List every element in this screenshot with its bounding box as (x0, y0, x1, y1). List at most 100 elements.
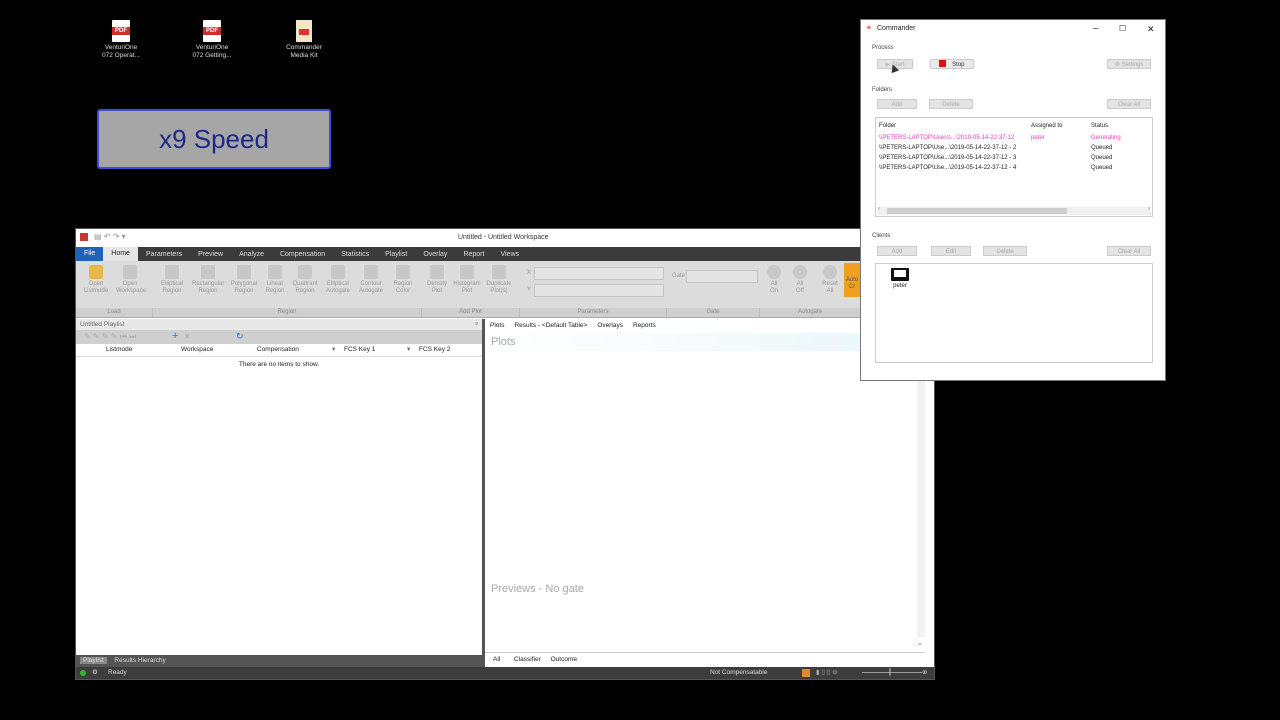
polygon-icon (237, 265, 251, 279)
linear-region-button[interactable]: Linear Region (261, 265, 289, 295)
tab-report[interactable]: Report (455, 251, 492, 258)
close-icon[interactable]: ✕ (1147, 20, 1155, 38)
all-off-button[interactable]: All Off (788, 265, 812, 295)
reset-all-button[interactable]: Reset All (818, 265, 842, 295)
button-label: Region (162, 288, 182, 294)
desktop-icon-pdf-2[interactable]: PDF VenturiOne 072 Getting... (182, 20, 242, 60)
polygonal-region-button[interactable]: Polygonal Region (230, 265, 258, 295)
tab-compensation[interactable]: Compensation (272, 251, 333, 258)
tab-views[interactable]: Views (492, 251, 527, 258)
tab-plots[interactable]: Plots (485, 319, 509, 333)
toolbar-edit-icons[interactable]: ✎ ✎ ✎ ✎ ⏮ ⏭ (84, 332, 136, 342)
tab-outcome[interactable]: Outcome (547, 656, 581, 663)
column-folder[interactable]: Folder (879, 123, 896, 129)
add-icon[interactable]: + (172, 330, 178, 342)
x-param-select[interactable] (534, 267, 664, 280)
filter-icon[interactable]: ▾ (332, 344, 335, 356)
zoom-slider[interactable] (862, 672, 922, 673)
remove-icon[interactable]: ✕ (184, 332, 191, 341)
column-assigned-to[interactable]: Assigned to (1031, 123, 1062, 129)
column-compensation[interactable]: Compensation (257, 344, 299, 356)
tab-statistics[interactable]: Statistics (333, 251, 377, 258)
column-workspace[interactable]: Workspace (181, 344, 213, 356)
y-param-select[interactable] (534, 284, 664, 297)
client-item[interactable]: peter (888, 268, 912, 289)
scroll-right-icon[interactable]: › (1148, 206, 1150, 212)
tab-reports[interactable]: Reports (628, 319, 661, 333)
folder-path[interactable]: \\PETERS-LAPTOP\Users\...\2019-05-14-22-… (879, 135, 1014, 141)
clear-all-folders-button[interactable]: Clear All (1107, 99, 1151, 109)
tab-all[interactable]: All (485, 656, 508, 663)
ribbon-group-parameters: Parameters (520, 308, 667, 317)
delete-folder-button[interactable]: Delete (929, 99, 973, 109)
quick-access-icon[interactable]: ▤ ↶ ↷ ▾ (94, 232, 126, 241)
tab-parameters[interactable]: Parameters (138, 251, 190, 258)
tab-analyze[interactable]: Analyze (231, 251, 272, 258)
column-status[interactable]: Status (1091, 123, 1108, 129)
refresh-icon[interactable]: ↻ (236, 331, 244, 342)
density-plot-button[interactable]: Density Plot (423, 265, 451, 295)
button-label: Region (198, 288, 218, 294)
desktop-icon-media-kit[interactable]: Commander Media Kit (274, 20, 334, 60)
folder-path[interactable]: \\PETERS-LAPTOP\Use...\2019-05-14-22-37-… (879, 145, 1016, 151)
desktop-icon-label: 072 Operat... (102, 52, 140, 59)
folder-path[interactable]: \\PETERS-LAPTOP\Use...\2019-05-14-22-37-… (879, 165, 1016, 171)
scroll-left-icon[interactable]: ‹ (878, 206, 880, 212)
delete-client-button[interactable]: Delete (983, 246, 1027, 256)
tab-playlist[interactable]: Playlist (377, 251, 415, 258)
add-client-button[interactable]: Add (877, 246, 917, 256)
desktop-icon-label: Media Kit (290, 52, 318, 59)
line-icon (268, 265, 282, 279)
playlist-column-header: Listmode Workspace Compensation ▾ FCS Ke… (76, 344, 482, 357)
scrollbar-thumb[interactable] (887, 208, 1067, 214)
tab-file[interactable]: File (76, 247, 104, 261)
x-param-label: X (527, 270, 532, 276)
folder-path[interactable]: \\PETERS-LAPTOP\Use...\2019-05-14-22-37-… (879, 155, 1016, 161)
status-bar: ⚙ Ready Not Compensatable ▮ ▯ ▯ ⊖ ┃ ⊕ (76, 667, 934, 679)
column-listmode[interactable]: Listmode (106, 344, 132, 356)
rectangular-region-button[interactable]: Rectangular Region (192, 265, 224, 295)
column-fcs-key-1[interactable]: FCS Key 1 (344, 344, 375, 356)
region-color-button[interactable]: Region Color (389, 265, 417, 295)
add-folder-button[interactable]: Add (877, 99, 917, 109)
desktop-icon-pdf-1[interactable]: PDF VenturiOne 072 Operat... (91, 20, 151, 60)
tab-overlay[interactable]: Overlay (415, 251, 455, 258)
button-label: Region (393, 281, 413, 287)
minimize-icon[interactable]: ─ (1093, 20, 1099, 38)
tab-classifier[interactable]: Classifier (510, 656, 545, 663)
clear-all-clients-button[interactable]: Clear All (1107, 246, 1151, 256)
tab-home[interactable]: Home (103, 247, 138, 261)
folder-status: Queued (1091, 145, 1113, 151)
elliptical-autogate-button[interactable]: Elliptical Autogate (324, 265, 352, 295)
tab-preview[interactable]: Preview (190, 251, 231, 258)
scroll-down-icon[interactable]: ⌄ (917, 639, 923, 647)
open-workspace-button[interactable]: Open Workspace (116, 265, 146, 295)
settings-button[interactable]: ⚙ Settings (1107, 59, 1151, 69)
tab-overlays[interactable]: Overlays (592, 319, 628, 333)
open-listmode-button[interactable]: Open Listmode (82, 265, 110, 295)
gate-select[interactable] (686, 270, 758, 283)
elliptical-region-button[interactable]: Elliptical Region (158, 265, 186, 295)
tab-results-hierarchy[interactable]: Results Hierarchy (108, 657, 171, 664)
horizontal-scrollbar[interactable]: ‹ › (877, 206, 1151, 215)
column-fcs-key-2[interactable]: FCS Key 2 (419, 344, 450, 356)
duplicate-plot-button[interactable]: Duplicate Plot(s) (485, 265, 513, 295)
edit-client-button[interactable]: Edit (931, 246, 971, 256)
main-app-window: ▤ ↶ ↷ ▾ Untitled - Untitled Workspace Fi… (75, 228, 935, 680)
zoom-thumb[interactable]: ┃ (888, 667, 892, 679)
stop-button[interactable]: Stop (930, 59, 974, 69)
process-label: Process (872, 45, 894, 51)
tab-playlist-bottom[interactable]: Playlist (80, 657, 107, 664)
histogram-plot-button[interactable]: Histogram Plot (453, 265, 481, 295)
filter-icon[interactable]: ▾ (407, 344, 410, 356)
contour-autogate-button[interactable]: Contour Autogate (357, 265, 385, 295)
quadrant-region-button[interactable]: Quadrant Region (291, 265, 319, 295)
maximize-icon[interactable]: ☐ (1119, 20, 1126, 38)
tab-results-table[interactable]: Results - <Default Table> (509, 319, 592, 333)
all-on-button[interactable]: All On (762, 265, 786, 295)
zoom-in-icon[interactable]: ⊕ (922, 667, 927, 679)
playlist-header: Untitled Playlist ᵖ (76, 319, 482, 330)
layout-icons[interactable]: ▮ ▯ ▯ ⊖ (816, 667, 838, 679)
auto-create-button[interactable]: Auto Cr (844, 263, 860, 297)
pin-icon[interactable]: ᵖ (476, 319, 478, 330)
